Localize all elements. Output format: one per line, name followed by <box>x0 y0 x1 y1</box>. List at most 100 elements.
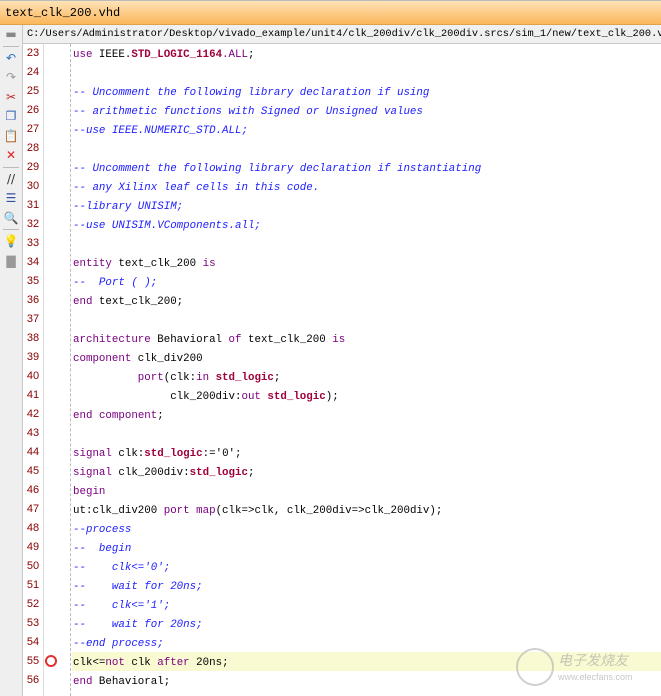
code-token: Behavioral <box>150 334 229 346</box>
redo-icon[interactable]: ↷ <box>0 68 22 88</box>
line-number: 47 <box>26 503 40 515</box>
undo-icon[interactable]: ↶ <box>0 49 22 69</box>
block-select-icon[interactable]: ☰ <box>0 189 22 209</box>
code-line[interactable]: 24 <box>27 63 661 82</box>
code-token: IEEE. <box>92 49 132 61</box>
code-line[interactable]: 25 -- Uncomment the following library dec… <box>27 82 661 101</box>
watermark-circle-icon <box>516 648 554 686</box>
watermark-url: www.elecfans.com <box>558 672 633 682</box>
code-line[interactable]: 26 -- arithmetic functions with Signed or… <box>27 101 661 120</box>
code-line[interactable]: 50 -- clk<='0'; <box>27 557 661 576</box>
code-token: ; <box>273 372 281 384</box>
keyword: entity <box>73 258 112 270</box>
code-line[interactable]: 28 <box>27 139 661 158</box>
code-text: use IEEE.STD_LOGIC_1164.ALL; <box>72 49 254 61</box>
watermark-logo: 电子发烧友 www.elecfans.com <box>516 648 651 690</box>
line-number: 40 <box>26 370 40 382</box>
code-editor[interactable]: 23 use IEEE.STD_LOGIC_1164.ALL; 24 25 -- Unc… <box>23 44 661 696</box>
code-text: --end process; <box>72 638 164 650</box>
editor-tab-title[interactable]: text_clk_200.vhd <box>5 6 120 20</box>
code-line[interactable]: 35 -- Port ( ); <box>27 272 661 291</box>
code-line[interactable]: 52 -- clk<='1'; <box>27 595 661 614</box>
code-text: -- Uncomment the following library decla… <box>72 163 481 175</box>
code-line[interactable]: 42 end component; <box>27 405 661 424</box>
code-text: entity text_clk_200 is <box>72 258 216 270</box>
keyword: component <box>98 410 158 422</box>
code-line[interactable]: 23 use IEEE.STD_LOGIC_1164.ALL; <box>27 44 661 63</box>
keyword: of <box>228 334 242 346</box>
type-name: std_logic <box>189 467 248 479</box>
keyword: end <box>73 410 93 422</box>
keyword: end <box>73 296 93 308</box>
code-text: end Behavioral; <box>72 676 170 688</box>
code-line[interactable]: 36 end text_clk_200; <box>27 291 661 310</box>
code-line[interactable]: 48 --process <box>27 519 661 538</box>
code-text: clk_200div:out std_logic); <box>72 391 339 403</box>
line-number: 31 <box>26 199 40 211</box>
line-number: 52 <box>26 598 40 610</box>
comment: -- arithmetic functions with Signed or U… <box>73 106 423 118</box>
template-icon[interactable]: ▇ <box>0 252 22 272</box>
delete-icon[interactable]: ✕ <box>0 146 22 166</box>
paste-icon[interactable]: 📋 <box>0 127 22 147</box>
code-line[interactable]: 44 signal clk:std_logic:='0'; <box>27 443 661 462</box>
code-text: -- clk<='0'; <box>72 562 170 574</box>
code-line[interactable]: 40 port(clk:in std_logic; <box>27 367 661 386</box>
code-line[interactable]: 37 <box>27 310 661 329</box>
breakpoint-gutter[interactable] <box>43 44 71 696</box>
code-line[interactable]: 46 begin <box>27 481 661 500</box>
line-number: 46 <box>26 484 40 496</box>
code-line[interactable]: 43 <box>27 424 661 443</box>
code-line[interactable]: 49 -- begin <box>27 538 661 557</box>
toolbar-separator <box>3 45 19 48</box>
code-line[interactable]: 34 entity text_clk_200 is <box>27 253 661 272</box>
code-line[interactable]: 47 ut:clk_div200 port map(clk=>clk, clk_2… <box>27 500 661 519</box>
code-line[interactable]: 53 -- wait for 20ns; <box>27 614 661 633</box>
code-text: ut:clk_div200 port map(clk=>clk, clk_200… <box>72 505 442 517</box>
code-area[interactable]: 23 use IEEE.STD_LOGIC_1164.ALL; 24 25 -- Unc… <box>27 44 661 690</box>
type-name: STD_LOGIC_1164 <box>131 49 223 61</box>
comment: --end process; <box>73 638 164 650</box>
code-line[interactable]: 41 clk_200div:out std_logic); <box>27 386 661 405</box>
code-line[interactable]: 38 architecture Behavioral of text_clk_20… <box>27 329 661 348</box>
code-token: clk<= <box>73 657 106 669</box>
comment: -- Port ( ); <box>73 277 158 289</box>
code-token: clk: <box>111 448 145 460</box>
cut-icon[interactable]: ✂ <box>0 88 22 108</box>
bulb-icon[interactable]: 💡 <box>0 232 22 252</box>
line-number: 43 <box>26 427 40 439</box>
code-text: end component; <box>72 410 164 422</box>
breakpoint-icon[interactable] <box>45 655 57 667</box>
code-line[interactable]: 29 -- Uncomment the following library dec… <box>27 158 661 177</box>
line-number: 54 <box>26 636 40 648</box>
code-line[interactable]: 27 --use IEEE.NUMERIC_STD.ALL; <box>27 120 661 139</box>
keyword: use <box>73 49 93 61</box>
line-number: 33 <box>26 237 40 249</box>
copy-icon[interactable]: ❐ <box>0 107 22 127</box>
comment: -- Uncomment the following library decla… <box>73 87 430 99</box>
code-line[interactable]: 32 --use UNISIM.VComponents.all; <box>27 215 661 234</box>
code-token: clk_div200 <box>131 353 203 365</box>
keyword: signal <box>73 467 112 479</box>
keyword: out <box>241 391 261 403</box>
editor-toolbar: ▬ ↶ ↷ ✂ ❐ 📋 ✕ //☰ 🔍 💡 ▇ <box>0 25 23 696</box>
code-line[interactable]: 39 component clk_div200 <box>27 348 661 367</box>
code-text: -- Port ( ); <box>72 277 157 289</box>
keyword: end <box>73 676 93 688</box>
code-line[interactable]: 45 signal clk_200div:std_logic; <box>27 462 661 481</box>
line-number: 38 <box>26 332 40 344</box>
comment-icon[interactable]: // <box>0 170 22 190</box>
line-number: 49 <box>26 541 40 553</box>
code-line[interactable]: 33 <box>27 234 661 253</box>
code-line[interactable]: 51 -- wait for 20ns; <box>27 576 661 595</box>
code-line[interactable]: 31 --library UNISIM; <box>27 196 661 215</box>
comment: -- clk<='0'; <box>73 562 171 574</box>
save-icon[interactable]: ▬ <box>0 25 22 45</box>
code-line[interactable]: 30 -- any Xilinx leaf cells in this code. <box>27 177 661 196</box>
find-icon[interactable]: 🔍 <box>0 209 22 229</box>
